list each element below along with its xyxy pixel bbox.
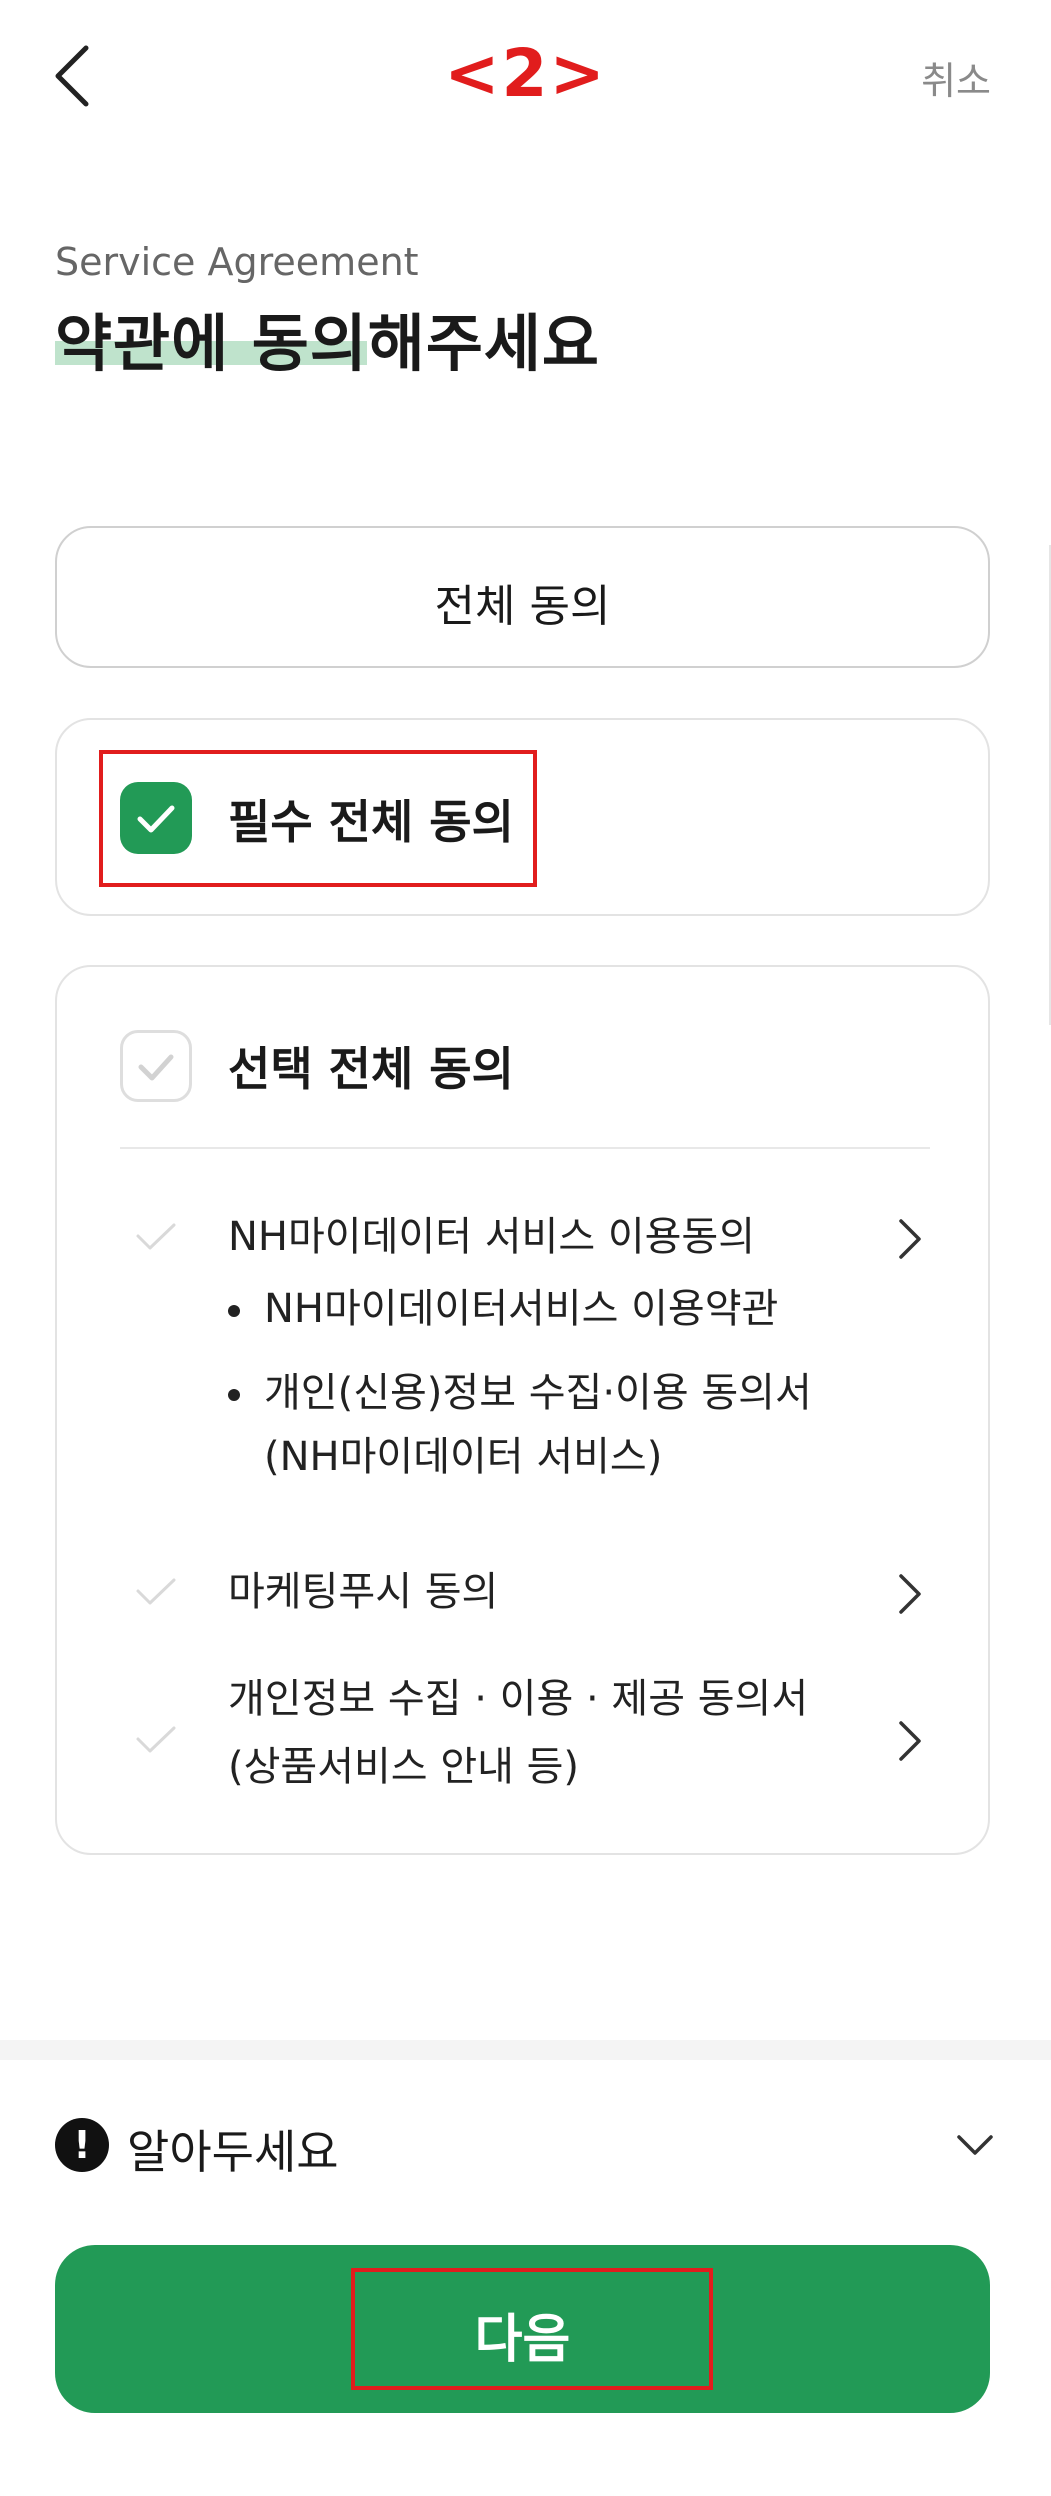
term-item-marketing-push[interactable]: 마케팅푸시 동의 <box>57 1552 988 1632</box>
chevron-down-icon[interactable] <box>955 2130 995 2160</box>
sub-item-text: (NH마이데이터 서비스) <box>264 1434 663 1480</box>
term-item-label-line1: 개인정보 수집 · 이용 · 제공 동의서 <box>228 1676 809 1722</box>
term-item-label: NH마이데이터 서비스 이용동의 <box>228 1214 756 1260</box>
chevron-right-icon[interactable] <box>895 1217 925 1261</box>
term-sub-list: NH마이데이터서비스 이용약관 개인(신용)정보 수집·이용 동의서 (NH마이… <box>57 1277 988 1487</box>
required-agreement-card: 필수 전체 동의 <box>55 718 990 916</box>
optional-all-checkbox[interactable] <box>120 1030 192 1102</box>
required-all-checkbox[interactable] <box>120 782 192 854</box>
required-all-label: 필수 전체 동의 <box>228 795 514 849</box>
chevron-right-icon[interactable] <box>895 1719 925 1763</box>
list-item: (NH마이데이터 서비스) <box>57 1425 988 1489</box>
check-icon <box>136 1223 176 1250</box>
agree-all-button[interactable]: 전체 동의 <box>55 526 990 668</box>
term-item-label: 마케팅푸시 동의 <box>228 1569 499 1615</box>
check-icon <box>136 1726 176 1753</box>
next-button[interactable]: 다음 <box>55 2245 990 2413</box>
optional-all-checkbox-row[interactable]: 선택 전체 동의 <box>57 967 988 1147</box>
term-item-mydata-service[interactable]: NH마이데이터 서비스 이용동의 <box>57 1197 988 1277</box>
exclamation-circle-icon: ! <box>55 2118 109 2172</box>
check-icon <box>136 1578 176 1605</box>
notice-accordion[interactable]: ! 알아두세요 <box>55 2112 995 2182</box>
term-item-label-line2: (상품서비스 안내 등) <box>228 1744 580 1790</box>
section-separator <box>0 2040 1051 2060</box>
bullet <box>228 1389 240 1401</box>
page-subtitle: Service Agreement <box>55 240 419 284</box>
terms-agreement-screen: <2> 취소 Service Agreement 약관에 동의해주세요 전체 동… <box>0 0 1051 2496</box>
check-icon <box>138 1054 174 1081</box>
check-icon <box>137 805 175 833</box>
notice-label: 알아두세요 <box>127 2125 339 2179</box>
required-all-checkbox-row[interactable]: 필수 전체 동의 <box>57 720 988 914</box>
step-marker-annotation: <2> <box>444 35 607 112</box>
page-title: 약관에 동의해주세요 <box>55 307 600 380</box>
list-item: NH마이데이터서비스 이용약관 <box>57 1277 988 1341</box>
chevron-right-icon[interactable] <box>895 1572 925 1616</box>
list-item: 개인(신용)정보 수집·이용 동의서 <box>57 1361 988 1425</box>
header: <2> 취소 <box>0 0 1051 150</box>
sub-item-text: NH마이데이터서비스 이용약관 <box>264 1286 779 1332</box>
bullet <box>228 1305 240 1317</box>
sub-item-text: 개인(신용)정보 수집·이용 동의서 <box>264 1370 812 1416</box>
page-title-wrap: 약관에 동의해주세요 <box>55 293 600 380</box>
optional-all-label: 선택 전체 동의 <box>228 1042 514 1096</box>
cancel-button[interactable]: 취소 <box>921 50 991 105</box>
term-item-personal-info[interactable]: 개인정보 수집 · 이용 · 제공 동의서 (상품서비스 안내 등) <box>57 1667 988 1807</box>
agree-all-label: 전체 동의 <box>434 581 611 632</box>
next-button-label: 다음 <box>474 2310 571 2370</box>
optional-agreement-card: 선택 전체 동의 NH마이데이터 서비스 이용동의 NH마이데이터서비스 이용약… <box>55 965 990 1855</box>
divider <box>120 1147 930 1149</box>
